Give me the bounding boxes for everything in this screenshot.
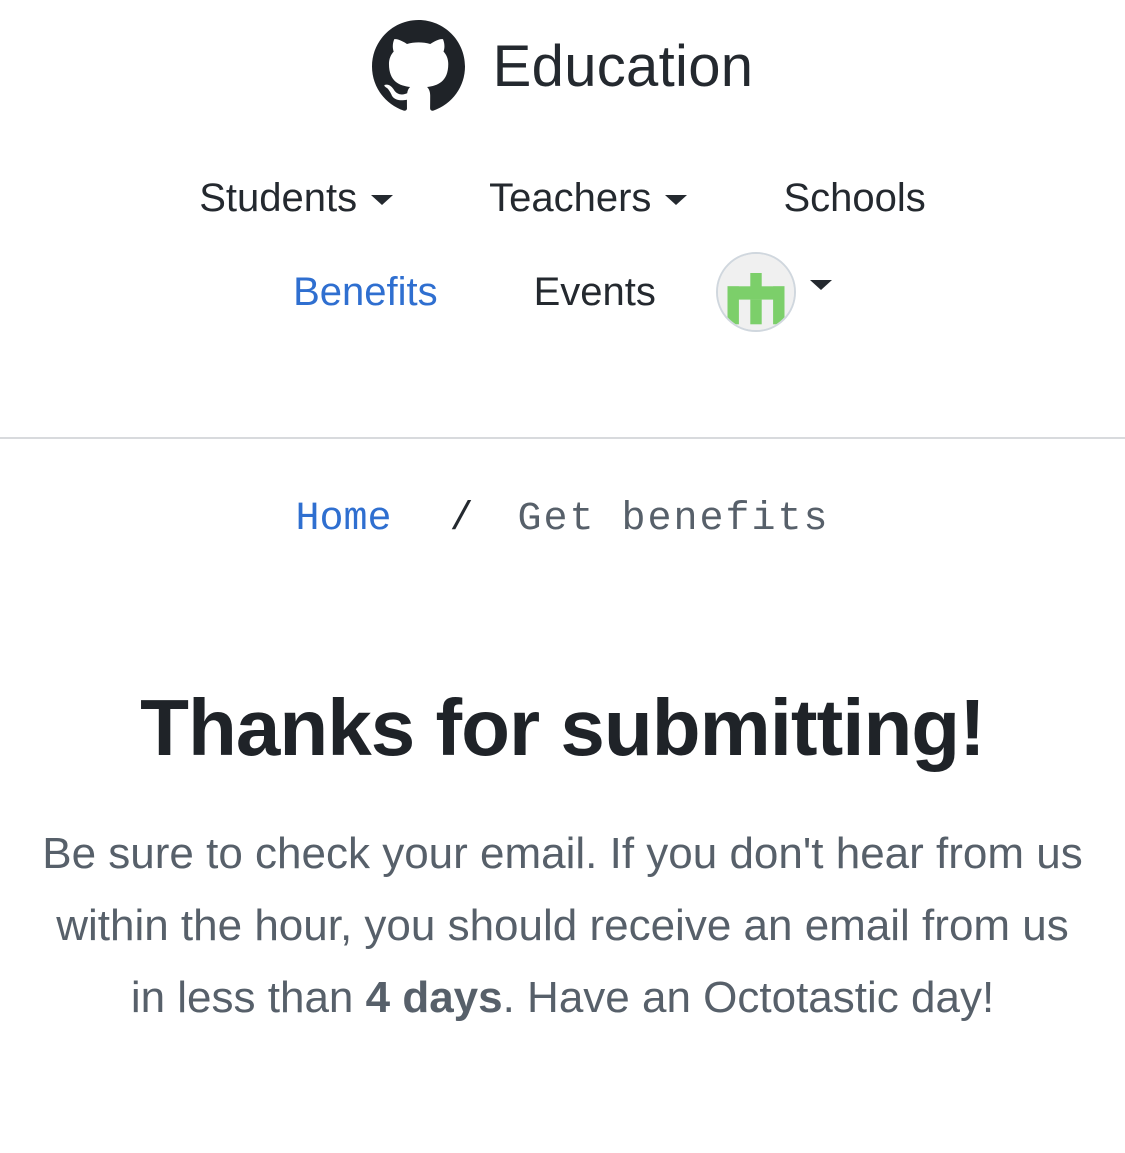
nav-teachers-label: Teachers (489, 176, 652, 220)
nav-schools-link[interactable]: Schools (783, 172, 925, 224)
chevron-down-icon (665, 195, 688, 205)
confirmation-message: Be sure to check your email. If you don'… (40, 818, 1085, 1034)
brand-link[interactable]: Education (0, 20, 1125, 113)
header-divider (0, 437, 1125, 439)
breadcrumb-current: Get benefits (517, 497, 830, 542)
chevron-down-icon (809, 280, 832, 290)
breadcrumb-home-link[interactable]: Home (295, 495, 391, 545)
nav-teachers-dropdown[interactable]: Teachers (489, 172, 688, 224)
page-title: Thanks for submitting! (140, 683, 986, 772)
message-text-end: . Have an Octotastic day! (502, 973, 995, 1022)
breadcrumb: Home / Get benefits (0, 495, 1125, 545)
nav-students-label: Students (199, 176, 358, 220)
nav-benefits-label: Benefits (293, 270, 438, 314)
nav-events-link[interactable]: Events (534, 266, 656, 318)
user-menu-dropdown[interactable] (715, 252, 832, 332)
secondary-nav: Benefits Events (0, 252, 1125, 332)
chevron-down-icon (371, 195, 394, 205)
nav-events-label: Events (533, 270, 656, 314)
user-avatar-icon (715, 252, 796, 332)
nav-students-dropdown[interactable]: Students (199, 172, 394, 224)
brand-name: Education (492, 33, 754, 99)
breadcrumb-separator: / (449, 497, 474, 542)
primary-nav: Students Teachers Schools (0, 172, 1125, 224)
nav-benefits-link[interactable]: Benefits (293, 266, 438, 318)
message-emphasis: 4 days (365, 973, 503, 1022)
github-octocat-icon (371, 20, 465, 111)
nav-schools-label: Schools (783, 176, 926, 220)
